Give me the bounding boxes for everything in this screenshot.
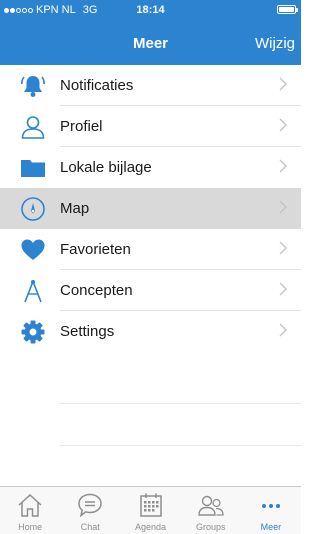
tab-groups[interactable]: Groups: [181, 487, 241, 534]
menu-item-settings[interactable]: Settings: [0, 311, 301, 352]
top-bar: KPN NL 3G 18:14 Meer Wijzig: [0, 0, 301, 65]
menu-item-label: Map: [60, 200, 90, 217]
chat-bubble-icon: [78, 493, 103, 518]
menu-item-map[interactable]: Map: [0, 188, 301, 229]
menu-item-favorieten[interactable]: Favorieten: [0, 229, 301, 270]
empty-row: [60, 362, 301, 404]
menu-item-label: Lokale bijlage: [60, 159, 152, 176]
tab-label: Home: [18, 522, 43, 532]
menu-item-profiel[interactable]: Profiel: [0, 106, 301, 147]
empty-row: [60, 404, 301, 446]
tab-agenda[interactable]: Agenda: [120, 487, 180, 534]
tab-label: Agenda: [134, 522, 167, 532]
status-time: 18:14: [136, 4, 165, 16]
folder-icon: [20, 155, 46, 181]
tab-home[interactable]: Home: [0, 487, 60, 534]
tab-bar: Home Chat Agenda Groups Meer: [0, 486, 301, 534]
menu-item-label: Concepten: [60, 282, 133, 299]
chevron-right-icon: [279, 77, 287, 91]
tab-label: Meer: [260, 522, 282, 532]
chevron-right-icon: [279, 282, 287, 296]
menu-item-label: Notificaties: [60, 77, 134, 94]
tab-chat[interactable]: Chat: [60, 487, 120, 534]
calendar-icon: [139, 493, 162, 517]
drafting-compass-icon: [20, 278, 46, 304]
bell-icon: [20, 73, 46, 99]
battery-icon: [277, 5, 298, 14]
edit-button[interactable]: Wijzig: [255, 35, 295, 52]
screen: KPN NL 3G 18:14 Meer Wijzig Notificaties…: [0, 0, 301, 534]
menu-item-label: Profiel: [60, 118, 103, 135]
more-dots-icon: [261, 504, 280, 508]
tab-label: Chat: [80, 522, 100, 532]
menu-item-concepten[interactable]: Concepten: [0, 270, 301, 311]
chevron-right-icon: [279, 241, 287, 255]
heart-icon: [20, 237, 46, 263]
chevron-right-icon: [279, 159, 287, 173]
menu-item-label: Settings: [60, 323, 115, 340]
compass-icon: [20, 196, 46, 222]
more-menu-list: Notificaties Profiel Lokale bijlage Map …: [0, 65, 301, 488]
menu-item-label: Favorieten: [60, 241, 131, 258]
menu-item-notificaties[interactable]: Notificaties: [0, 65, 301, 106]
chevron-right-icon: [279, 118, 287, 132]
empty-row: [60, 446, 301, 488]
house-icon: [18, 493, 42, 517]
gear-icon: [20, 319, 46, 345]
chevron-right-icon: [279, 200, 287, 214]
chevron-right-icon: [279, 323, 287, 337]
person-icon: [20, 114, 46, 140]
tab-meer[interactable]: Meer: [241, 487, 301, 534]
navigation-bar: Meer Wijzig: [0, 20, 301, 65]
status-bar: KPN NL 3G 18:14: [0, 0, 301, 20]
people-icon: [198, 495, 224, 516]
tab-label: Groups: [195, 522, 226, 532]
menu-item-lokale-bijlage[interactable]: Lokale bijlage: [0, 147, 301, 188]
